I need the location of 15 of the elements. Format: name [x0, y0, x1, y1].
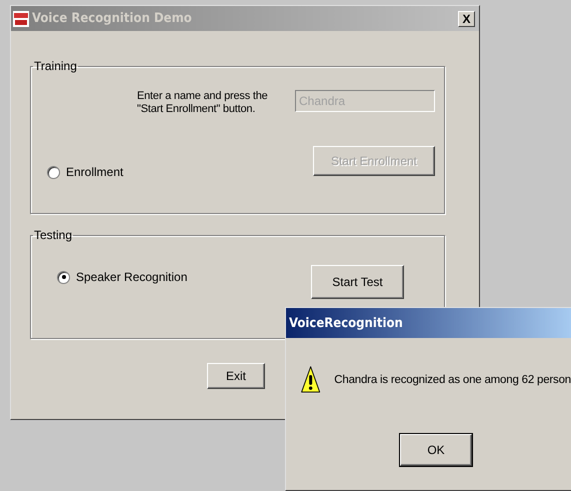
radio-button[interactable]: [47, 166, 60, 178]
window-title: Voice Recognition Demo: [32, 11, 193, 26]
group-label: Testing: [33, 228, 74, 242]
instruction-text: Enter a name and press the "Start Enrollment" button.: [137, 90, 269, 116]
radio-label: Speaker Recognition: [76, 270, 188, 284]
radio-label: Enrollment: [66, 165, 124, 179]
message-text: Chandra is recognized as one among 62 person: [334, 374, 571, 386]
app-icon: [13, 10, 29, 26]
dialog-title: VoiceRecognition: [289, 316, 403, 330]
radio-button[interactable]: [57, 270, 70, 284]
close-button[interactable]: X: [458, 10, 475, 26]
button[interactable]: Exit: [207, 363, 265, 389]
button[interactable]: Start Test: [311, 265, 404, 299]
group-label: Training: [33, 59, 78, 73]
button[interactable]: OK: [400, 434, 472, 466]
